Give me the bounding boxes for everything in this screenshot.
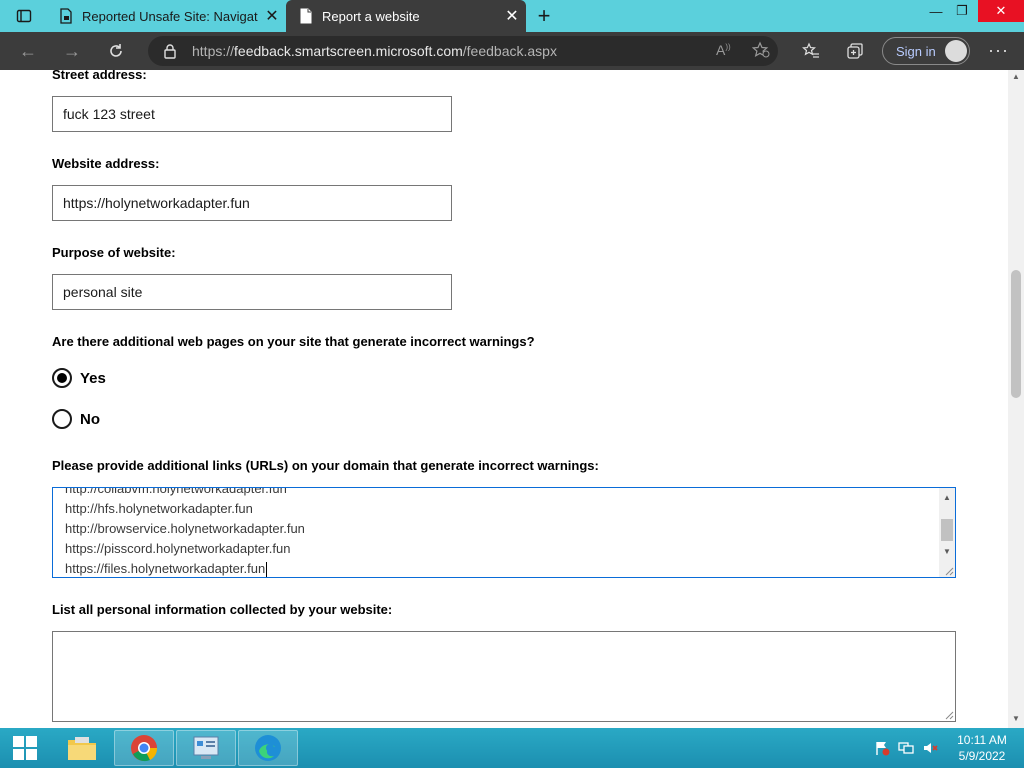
street-address-label: Street address:	[52, 70, 147, 82]
taskbar-control-panel[interactable]	[176, 730, 236, 766]
read-aloud-icon[interactable]: A))	[716, 42, 731, 58]
network-icon[interactable]	[898, 740, 914, 756]
volume-muted-icon[interactable]	[922, 740, 938, 756]
textarea-line: https://pisscord.holynetworkadapter.fun	[65, 541, 291, 556]
tab-actions-icon	[16, 9, 32, 23]
personal-info-label: List all personal information collected …	[52, 602, 393, 617]
tab-actions-button[interactable]	[6, 4, 42, 28]
additional-pages-question: Are there additional web pages on your s…	[52, 334, 535, 349]
url-domain: feedback.smartscreen.microsoft.com	[234, 43, 463, 59]
edge-icon	[255, 735, 281, 761]
scroll-up-arrow-icon[interactable]: ▲	[1012, 72, 1020, 81]
sign-in-label: Sign in	[896, 43, 936, 59]
tab-reported-unsafe-site[interactable]: Reported Unsafe Site: Navigation ✕	[46, 0, 286, 32]
plus-icon: +	[537, 3, 551, 28]
arrow-right-icon: →	[63, 40, 81, 61]
forward-button[interactable]: →	[60, 39, 84, 63]
url-text: https://feedback.smartscreen.microsoft.c…	[192, 43, 557, 59]
address-bar[interactable]: https://feedback.smartscreen.microsoft.c…	[148, 36, 778, 66]
clock-date: 5/9/2022	[958, 749, 1006, 763]
purpose-input[interactable]: personal site	[52, 274, 452, 310]
textarea-line-text: https://files.holynetworkadapter.fun	[65, 561, 266, 576]
favorites-icon[interactable]	[802, 42, 820, 65]
close-tab-icon[interactable]: ✕	[498, 2, 526, 30]
radio-no[interactable]	[52, 409, 72, 429]
resize-grip-icon[interactable]	[944, 710, 954, 720]
street-address-input[interactable]: fuck 123 street	[52, 96, 452, 132]
close-tab-icon[interactable]: ✕	[258, 2, 286, 30]
restore-button[interactable]: ❐	[946, 0, 978, 22]
textarea-line: http://browservice.holynetworkadapter.fu…	[65, 521, 305, 536]
sign-in-button[interactable]: Sign in	[882, 37, 970, 65]
arrow-left-icon: ←	[19, 40, 37, 61]
taskbar-file-explorer[interactable]	[52, 730, 112, 766]
system-clock[interactable]: 10:11 AM 5/9/2022	[950, 732, 1014, 764]
address-toolbar: ← → https://feedback.smartscreen.microso…	[0, 32, 1024, 70]
refresh-icon	[110, 44, 122, 57]
avatar	[945, 40, 967, 62]
url-path: /feedback.aspx	[462, 43, 557, 59]
additional-links-textarea[interactable]: http://collabvm.holynetworkadapter.fun h…	[52, 487, 956, 578]
tab-title: Reported Unsafe Site: Navigation	[82, 8, 258, 24]
textarea-line: http://hfs.holynetworkadapter.fun	[65, 501, 253, 516]
radio-selected-dot	[57, 373, 67, 383]
windows-logo-icon	[13, 736, 37, 760]
textarea-line-current: https://files.holynetworkadapter.fun	[65, 561, 268, 577]
scroll-down-arrow-icon[interactable]: ▼	[1012, 714, 1020, 723]
tab-report-a-website[interactable]: Report a website ✕	[286, 0, 526, 32]
resize-grip-icon[interactable]	[944, 566, 954, 576]
taskbar-chrome[interactable]	[114, 730, 174, 766]
taskbar-edge[interactable]	[238, 730, 298, 766]
taskbar: 10:11 AM 5/9/2022	[0, 728, 1024, 768]
minimize-icon: —	[929, 3, 943, 19]
personal-info-textarea[interactable]	[52, 631, 956, 722]
restore-icon: ❐	[956, 3, 968, 18]
add-favorite-icon[interactable]	[751, 41, 770, 64]
new-tab-button[interactable]: +	[532, 3, 556, 28]
textarea-scrollbar[interactable]: ▲ ▼	[939, 488, 955, 577]
page-scroll-thumb[interactable]	[1011, 270, 1021, 398]
page-content: Street address: fuck 123 street Website …	[0, 70, 1008, 728]
purpose-label: Purpose of website:	[52, 245, 176, 260]
action-center-flag-icon[interactable]	[874, 740, 890, 756]
collections-icon[interactable]	[846, 42, 864, 65]
clock-time: 10:11 AM	[957, 733, 1007, 747]
chrome-icon	[131, 735, 158, 762]
lock-icon	[164, 44, 176, 59]
more-options-icon[interactable]: ···	[988, 40, 1009, 61]
page-scrollbar[interactable]: ▲ ▼	[1008, 70, 1024, 728]
document-lock-icon	[58, 8, 74, 24]
control-panel-icon	[193, 736, 219, 759]
start-button[interactable]	[0, 730, 50, 766]
tab-bar: Reported Unsafe Site: Navigation ✕ Repor…	[0, 0, 1024, 32]
text-caret	[266, 562, 268, 577]
back-button[interactable]: ←	[16, 39, 40, 63]
scroll-up-arrow-icon[interactable]: ▲	[939, 490, 955, 504]
radio-no-label[interactable]: No	[80, 411, 100, 428]
close-window-button[interactable]: ✕	[978, 0, 1024, 22]
folder-icon	[68, 737, 96, 760]
tab-title: Report a website	[322, 8, 420, 24]
textarea-scroll-thumb[interactable]	[941, 519, 953, 541]
refresh-button[interactable]	[104, 39, 128, 63]
radio-yes-label[interactable]: Yes	[80, 370, 106, 387]
website-address-label: Website address:	[52, 156, 160, 171]
url-prefix: https://	[192, 43, 235, 59]
additional-links-label: Please provide additional links (URLs) o…	[52, 458, 599, 473]
website-address-input[interactable]: https://holynetworkadapter.fun	[52, 185, 452, 221]
textarea-line: http://collabvm.holynetworkadapter.fun	[65, 487, 287, 496]
page-icon	[298, 8, 314, 24]
scroll-down-arrow-icon[interactable]: ▼	[939, 544, 955, 558]
close-icon: ✕	[995, 3, 1007, 18]
radio-yes[interactable]	[52, 368, 72, 388]
